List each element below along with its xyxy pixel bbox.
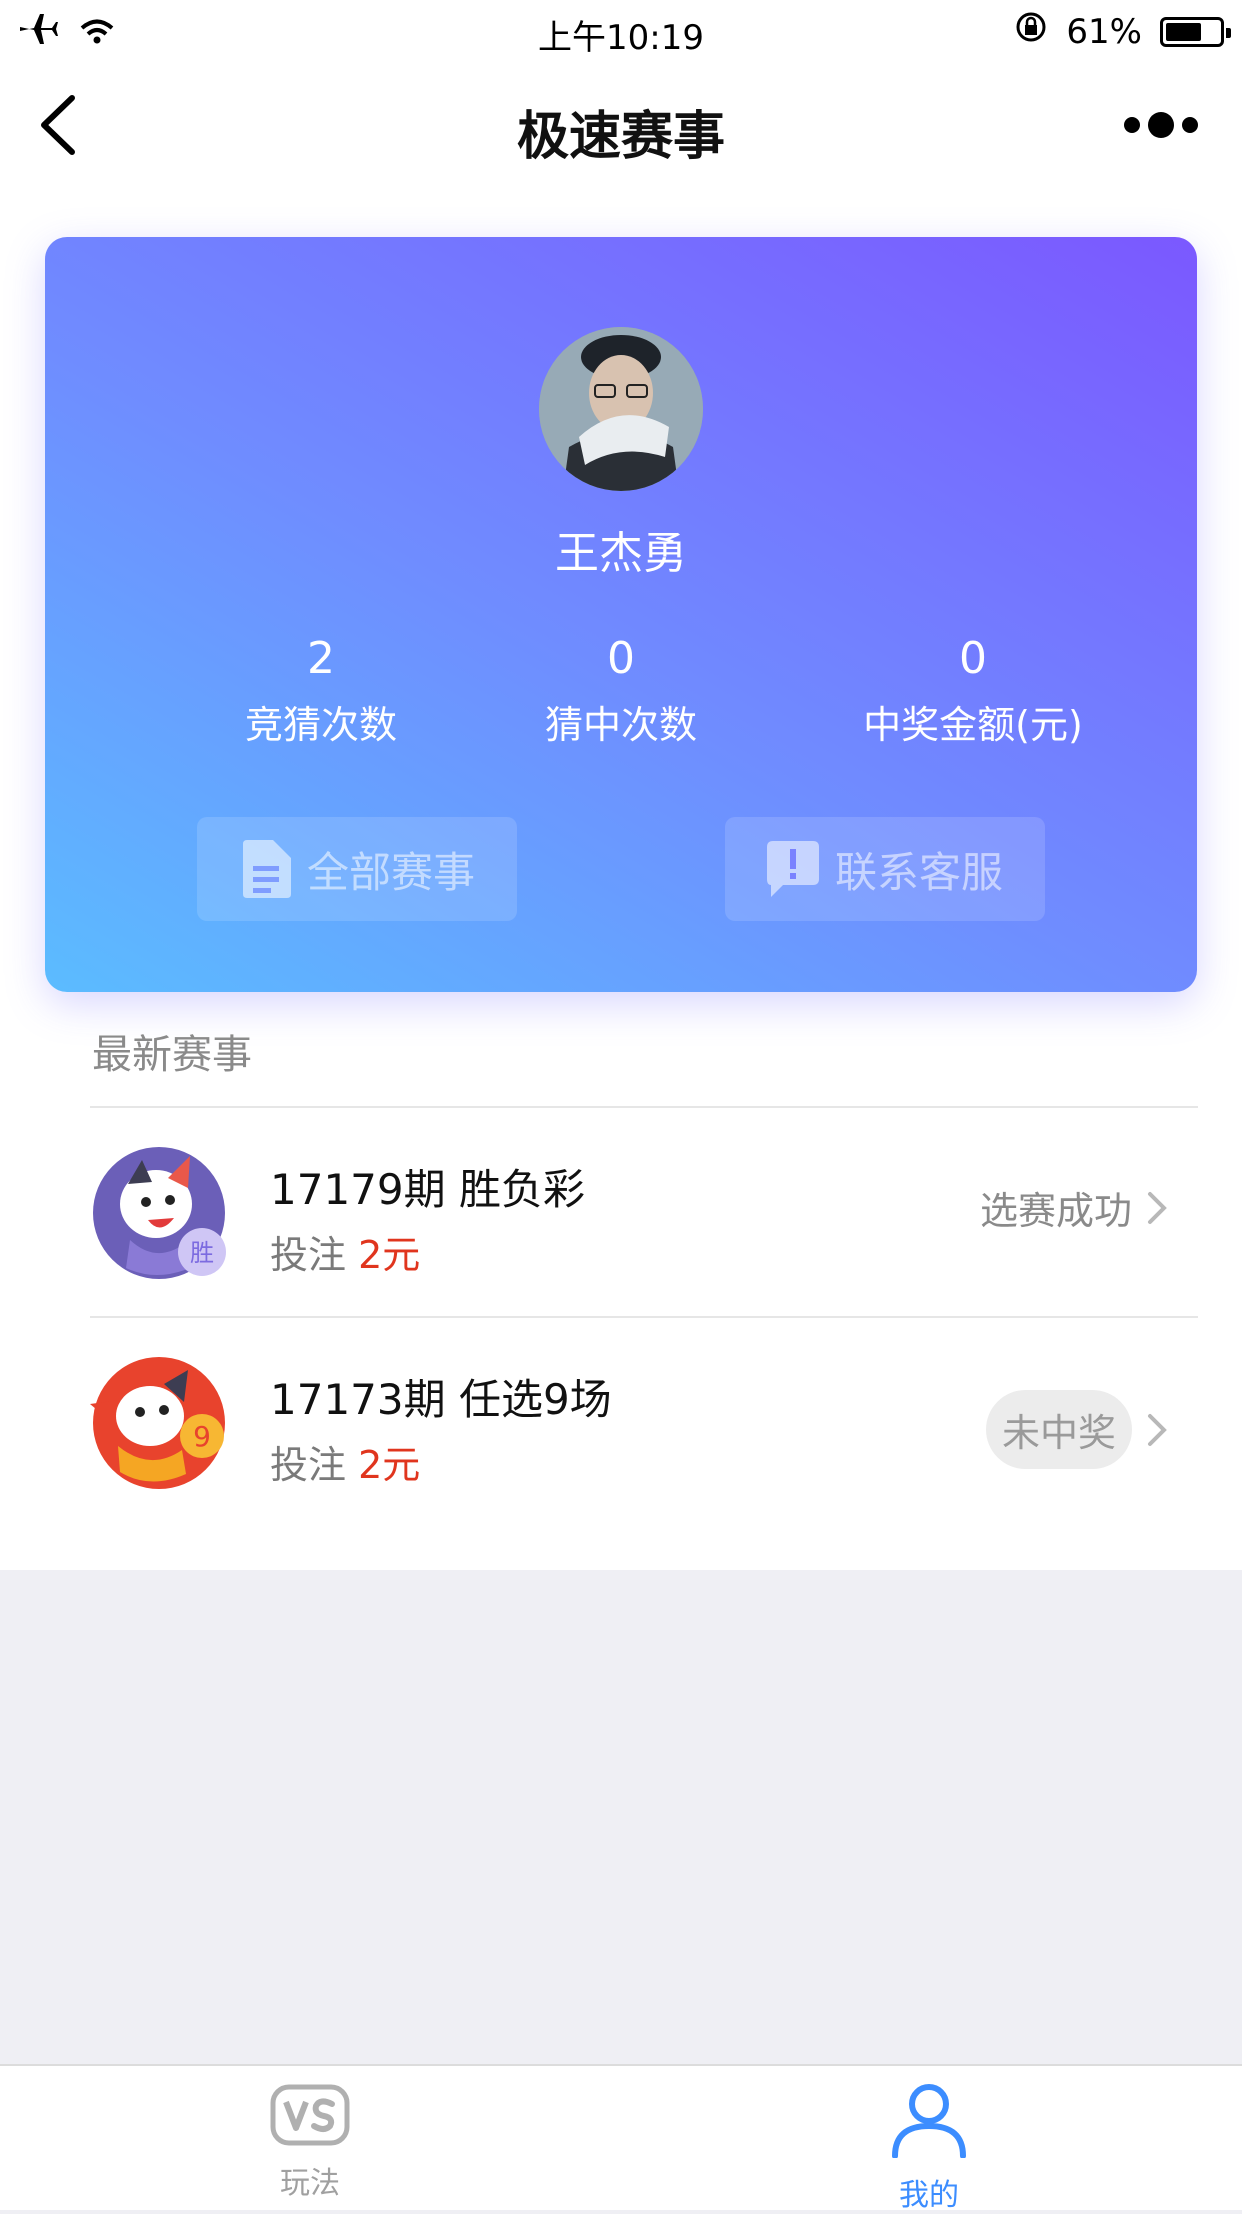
match-bet: 投注 2元: [270, 1224, 420, 1279]
list-item[interactable]: 胜 17179期 胜负彩 投注 2元 选赛成功: [90, 1108, 1198, 1316]
tab-bar: 玩法 我的: [0, 2064, 1242, 2213]
status-bar: 上午10:19 61%: [0, 0, 1242, 60]
all-matches-button[interactable]: 全部赛事: [197, 817, 517, 921]
bet-label: 投注: [270, 1443, 347, 1487]
more-button[interactable]: [1078, 110, 1198, 140]
profile-card: 王杰勇 2 竞猜次数 0 猜中次数 0 中奖金额(元) 全部赛事 联系客服: [45, 237, 1197, 992]
badge-text: 胜: [190, 1239, 214, 1267]
tab-label: 我的: [899, 2178, 959, 2213]
nav-bar: 极速赛事: [0, 60, 1242, 190]
rotation-lock-icon: [1014, 10, 1048, 53]
all-matches-label: 全部赛事: [306, 847, 475, 897]
bet-label: 投注: [270, 1233, 347, 1277]
stat-hit-count: 0 猜中次数: [421, 632, 821, 749]
document-icon: [242, 840, 291, 898]
match-title: 17179期 胜负彩: [270, 1165, 585, 1214]
tab-mine[interactable]: 我的: [829, 2084, 1029, 2214]
stat-label: 中奖金额(元): [863, 703, 1083, 747]
battery-icon: [1160, 16, 1231, 47]
stat-value: 0: [959, 633, 987, 684]
status-text: 选赛成功: [979, 1189, 1132, 1233]
stat-label: 猜中次数: [544, 703, 697, 747]
user-icon: [892, 2084, 966, 2159]
match-status: 未中奖: [985, 1390, 1168, 1469]
list-item[interactable]: 9 17173期 任选9场 投注 2元 未中奖: [90, 1318, 1198, 1526]
bet-amount: 2元: [358, 1443, 421, 1487]
match-title: 17173期 任选9场: [270, 1375, 612, 1424]
contact-service-button[interactable]: 联系客服: [725, 817, 1045, 921]
page-title: 极速赛事: [516, 107, 725, 167]
chevron-right-icon: [1148, 1191, 1167, 1224]
contact-service-label: 联系客服: [834, 847, 1003, 897]
message-alert-icon: [766, 841, 819, 897]
user-name: 王杰勇: [555, 528, 687, 579]
avatar[interactable]: [539, 327, 703, 491]
tab-play[interactable]: 玩法: [210, 2084, 410, 2202]
stat-value: 0: [607, 633, 635, 684]
lottery-sheng-icon: 胜: [90, 1144, 228, 1282]
status-badge: 未中奖: [985, 1390, 1132, 1469]
chevron-right-icon: [1148, 1413, 1167, 1446]
battery-percent: 61%: [1066, 11, 1142, 52]
tab-label: 玩法: [280, 2166, 340, 2201]
vs-icon: [270, 2084, 350, 2146]
lottery-nine-icon: 9: [90, 1354, 228, 1492]
more-icon: [1124, 117, 1140, 133]
match-status: 选赛成功: [980, 1180, 1168, 1235]
badge-text: 9: [193, 1420, 211, 1453]
bet-amount: 2元: [358, 1233, 421, 1277]
match-bet: 投注 2元: [270, 1434, 420, 1489]
stat-prize-amount: 0 中奖金额(元): [773, 632, 1173, 749]
section-title: 最新赛事: [92, 1032, 252, 1078]
